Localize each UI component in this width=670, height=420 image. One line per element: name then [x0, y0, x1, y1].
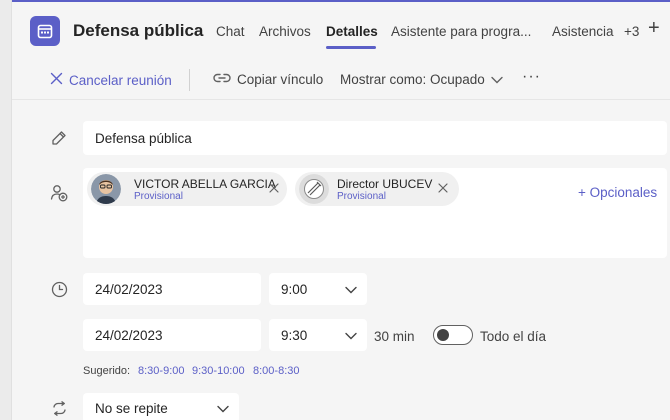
tab-asistente-programacion[interactable]: Asistente para progra...: [391, 24, 531, 39]
chevron-down-icon: [345, 282, 357, 297]
add-tab-button[interactable]: +: [648, 18, 660, 38]
meeting-header: Defensa pública Chat Archivos Detalles A…: [12, 2, 670, 60]
toolbar-divider: [189, 69, 190, 91]
remove-attendee-button[interactable]: [438, 180, 448, 196]
attendee-chip[interactable]: Director UBUCEV Provisional: [295, 172, 459, 206]
start-time-value: 9:00: [281, 281, 308, 297]
all-day-label: Todo el día: [480, 329, 547, 344]
tab-archivos[interactable]: Archivos: [259, 24, 311, 39]
end-time-value: 9:30: [281, 327, 308, 343]
meeting-toolbar: Cancelar reunión Copiar vínculo Mostrar …: [12, 60, 670, 100]
cancel-meeting-label: Cancelar reunión: [69, 72, 172, 88]
toggle-knob: [437, 329, 449, 341]
avatar: [299, 174, 329, 204]
link-icon: [213, 72, 231, 87]
left-app-rail: [0, 0, 12, 420]
repeat-dropdown[interactable]: No se repite: [83, 393, 239, 420]
start-time-dropdown[interactable]: 9:00: [269, 273, 367, 305]
avatar: [91, 174, 121, 204]
all-day-toggle[interactable]: [433, 325, 473, 345]
chevron-down-icon: [217, 401, 229, 416]
attendee-status: Provisional: [134, 191, 183, 202]
calendar-icon: [30, 16, 60, 46]
copy-link-button[interactable]: Copiar vínculo: [213, 72, 323, 87]
attendees-field[interactable]: VICTOR ABELLA GARCIA Provisional Directo…: [83, 168, 667, 258]
person-add-icon: [49, 183, 69, 203]
clock-icon: [49, 279, 69, 299]
meeting-title-input[interactable]: Defensa pública: [83, 121, 667, 155]
repeat-value: No se repite: [95, 400, 168, 416]
chevron-down-icon: [491, 72, 503, 87]
suggested-label: Sugerido:: [83, 365, 131, 377]
pencil-icon: [49, 128, 69, 148]
more-options-button[interactable]: ···: [522, 68, 541, 86]
show-as-dropdown[interactable]: Mostrar como: Ocupado: [340, 72, 503, 87]
attendee-name: VICTOR ABELLA GARCIA: [134, 177, 276, 191]
close-icon: [50, 72, 63, 88]
show-as-label: Mostrar como: Ocupado: [340, 72, 485, 87]
remove-attendee-button[interactable]: [269, 180, 279, 196]
end-date-input[interactable]: 24/02/2023: [83, 319, 261, 351]
attendee-name: Director UBUCEV: [337, 177, 433, 191]
copy-link-label: Copiar vínculo: [237, 72, 324, 87]
active-tab-indicator: [326, 46, 376, 49]
attendee-status: Provisional: [337, 191, 386, 202]
tab-chat[interactable]: Chat: [216, 24, 245, 39]
tab-asistencia[interactable]: Asistencia: [552, 24, 614, 39]
meeting-duration: 30 min: [374, 329, 415, 344]
meeting-details-form: Defensa pública VICTOR ABELLA GARCIA Pro…: [12, 101, 670, 420]
suggested-time-link[interactable]: 9:30-10:00: [192, 365, 245, 377]
cancel-meeting-button[interactable]: Cancelar reunión: [50, 72, 172, 88]
repeat-icon: [49, 398, 69, 418]
tab-detalles[interactable]: Detalles: [326, 24, 378, 39]
add-optional-attendees-link[interactable]: + Opcionales: [578, 185, 657, 200]
suggested-time-link[interactable]: 8:00-8:30: [253, 365, 299, 377]
start-date-input[interactable]: 24/02/2023: [83, 273, 261, 305]
more-tabs-button[interactable]: +3: [624, 24, 639, 39]
chevron-down-icon: [345, 328, 357, 343]
end-time-dropdown[interactable]: 9:30: [269, 319, 367, 351]
attendee-chip[interactable]: VICTOR ABELLA GARCIA Provisional: [87, 172, 287, 206]
meeting-title: Defensa pública: [73, 21, 204, 40]
suggested-time-link[interactable]: 8:30-9:00: [138, 365, 184, 377]
